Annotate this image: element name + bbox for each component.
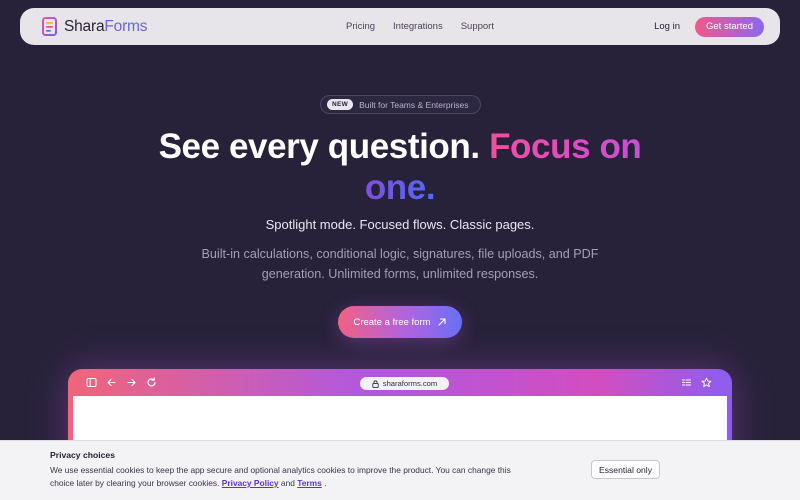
nav-actions: Log in Get started bbox=[654, 16, 764, 37]
hero-subheading: Spotlight mode. Focused flows. Classic p… bbox=[265, 217, 535, 232]
hero-headline: See every question. Focus on one. bbox=[0, 126, 800, 208]
lock-icon bbox=[372, 379, 379, 388]
logo-icon bbox=[42, 17, 57, 36]
hero-description: Built-in calculations, conditional logic… bbox=[201, 247, 599, 281]
address-bar[interactable]: sharaforms.com bbox=[360, 377, 449, 390]
browser-toolbar: sharaforms.com bbox=[73, 369, 727, 396]
headline-accent-1: Focus on bbox=[489, 127, 642, 166]
logo-text: SharaForms bbox=[64, 17, 148, 35]
arrow-up-right-icon bbox=[437, 318, 446, 326]
announcement-badge[interactable]: NEW Built for Teams & Enterprises bbox=[320, 95, 481, 114]
sidebar-icon[interactable] bbox=[86, 377, 97, 388]
logo[interactable]: SharaForms bbox=[42, 17, 147, 36]
privacy-policy-link[interactable]: Privacy Policy bbox=[222, 478, 279, 488]
nav-link-support[interactable]: Support bbox=[461, 21, 494, 32]
back-arrow-icon[interactable] bbox=[106, 377, 117, 388]
forward-arrow-icon[interactable] bbox=[126, 377, 137, 388]
get-started-button[interactable]: Get started bbox=[695, 16, 764, 37]
cta-label: Create a free form bbox=[353, 316, 431, 328]
nav-link-integrations[interactable]: Integrations bbox=[393, 21, 443, 32]
terms-link[interactable]: Terms bbox=[297, 478, 322, 488]
new-tag: NEW bbox=[327, 99, 354, 110]
nav-link-pricing[interactable]: Pricing bbox=[346, 21, 375, 32]
browser-actions bbox=[681, 377, 712, 388]
headline-accent-2: one. bbox=[364, 168, 436, 207]
nav-links: Pricing Integrations Support bbox=[346, 8, 494, 45]
top-navbar: SharaForms Pricing Integrations Support … bbox=[20, 8, 780, 45]
address-url: sharaforms.com bbox=[382, 379, 438, 388]
tabs-icon[interactable] bbox=[681, 377, 692, 388]
essential-only-button[interactable]: Essential only bbox=[591, 460, 660, 479]
refresh-icon[interactable] bbox=[146, 377, 157, 388]
create-free-form-button[interactable]: Create a free form bbox=[338, 306, 462, 338]
login-link[interactable]: Log in bbox=[654, 21, 680, 32]
headline-plain: See every question. bbox=[158, 127, 481, 166]
cookie-and: and bbox=[280, 478, 295, 488]
star-icon[interactable] bbox=[701, 377, 712, 388]
cookie-text: We use essential cookies to keep the app… bbox=[50, 464, 522, 490]
badge-text: Built for Teams & Enterprises bbox=[359, 99, 469, 110]
cookie-title: Privacy choices bbox=[50, 450, 115, 460]
cookie-period: . bbox=[324, 478, 327, 488]
browser-nav-controls bbox=[86, 377, 157, 388]
